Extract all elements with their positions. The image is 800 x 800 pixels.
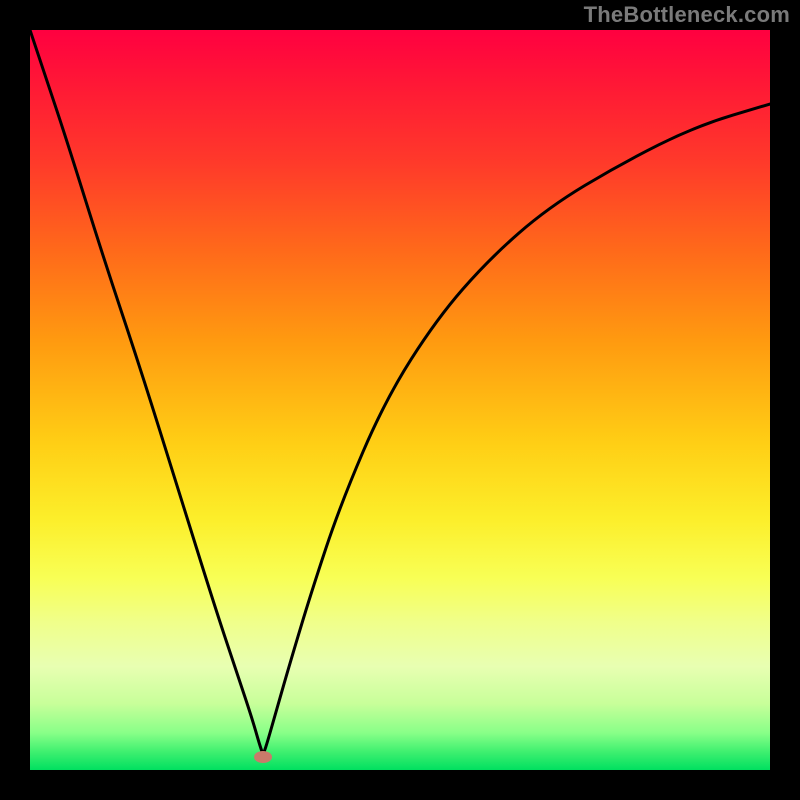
watermark-text: TheBottleneck.com [584, 2, 790, 28]
plot-area [30, 30, 770, 770]
chart-frame: TheBottleneck.com [0, 0, 800, 800]
curve-layer [30, 30, 770, 770]
bottleneck-curve [30, 30, 770, 752]
minimum-marker [254, 751, 272, 763]
